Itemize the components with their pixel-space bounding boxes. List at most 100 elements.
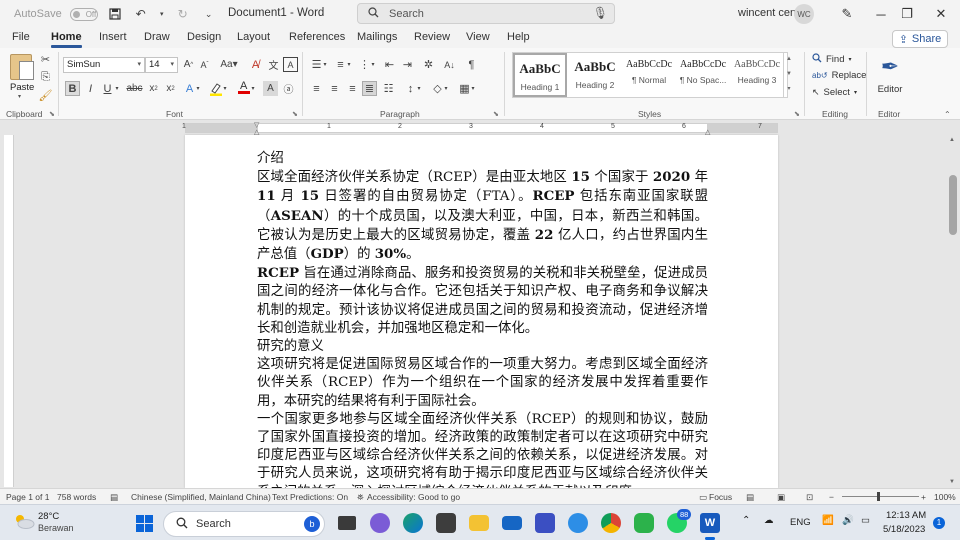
- scroll-up-icon[interactable]: ▲: [949, 137, 955, 143]
- pen-icon[interactable]: ✎: [830, 0, 864, 28]
- cloud-icon[interactable]: ☁: [764, 515, 774, 526]
- styles-scroll[interactable]: ▲ ▼ ▾: [783, 52, 794, 98]
- sort-icon[interactable]: A↓: [442, 57, 457, 72]
- line-spacing-dropdown-icon[interactable]: ▾: [415, 81, 423, 96]
- zoom-slider[interactable]: [842, 492, 919, 501]
- mail-icon[interactable]: [502, 516, 522, 530]
- grow-font-icon[interactable]: A ^: [181, 57, 196, 72]
- share-button[interactable]: ⇪ Share: [892, 30, 948, 48]
- strikethrough-icon[interactable]: abc: [126, 81, 143, 96]
- format-painter-icon[interactable]: 🖌: [38, 88, 53, 103]
- cloud-sun-icon[interactable]: [13, 513, 35, 529]
- web-layout-icon[interactable]: ⊡: [806, 492, 813, 503]
- style-heading-1[interactable]: AaBbC Heading 1: [513, 53, 567, 97]
- store-icon[interactable]: [436, 513, 456, 533]
- decrease-indent-icon[interactable]: ⇤: [382, 57, 397, 72]
- tab-design[interactable]: Design: [187, 31, 221, 43]
- align-left-icon[interactable]: ≡: [309, 81, 324, 96]
- weather-description[interactable]: Berawan: [38, 523, 74, 533]
- font-size-select[interactable]: 14 ▾: [145, 57, 178, 73]
- autosave-toggle[interactable]: Off: [69, 7, 98, 21]
- battery-icon[interactable]: ▭: [861, 515, 870, 526]
- multilevel-list-dropdown-icon[interactable]: ▾: [369, 57, 377, 72]
- highlight-dropdown-icon[interactable]: ▾: [221, 81, 229, 96]
- vertical-ruler[interactable]: [4, 135, 14, 487]
- accessibility-status[interactable]: Accessibility: Good to go: [367, 492, 460, 502]
- style-heading-3[interactable]: AaBbCcDc Heading 3: [730, 53, 784, 97]
- page-count[interactable]: Page 1 of 1: [6, 492, 49, 502]
- cut-icon[interactable]: ✂: [38, 52, 53, 67]
- chevron-up-icon[interactable]: ▲: [784, 52, 794, 67]
- file-explorer-icon[interactable]: [469, 515, 489, 531]
- document-page[interactable]: 介绍 区域全面经济伙伴关系协定（RCEP）是由亚太地区 15 个国家于 2020…: [185, 135, 778, 488]
- underline-dropdown-icon[interactable]: ▾: [113, 81, 121, 96]
- taskbar-search[interactable]: Search b: [163, 511, 325, 537]
- notification-badge[interactable]: 1: [933, 517, 945, 529]
- enclose-characters-icon[interactable]: ⓐ: [281, 81, 296, 96]
- replace-button[interactable]: ab↺ Replace: [812, 70, 866, 81]
- horizontal-ruler[interactable]: 1 1 2 3 4 5 6 7 ▽ △ △: [182, 122, 778, 136]
- read-mode-icon[interactable]: ▤: [746, 492, 754, 503]
- bullets-dropdown-icon[interactable]: ▾: [321, 57, 329, 72]
- style-normal[interactable]: AaBbCcDc ¶ Normal: [622, 53, 676, 97]
- zoom-in-icon[interactable]: +: [921, 492, 926, 502]
- undo-icon[interactable]: ↶: [132, 5, 150, 23]
- chevron-down-icon[interactable]: ▼: [784, 67, 794, 82]
- paste-button[interactable]: Paste ▾: [8, 52, 36, 100]
- character-shading-icon[interactable]: A: [263, 81, 278, 96]
- tab-insert[interactable]: Insert: [99, 31, 127, 43]
- more-styles-icon[interactable]: ▾: [784, 82, 794, 97]
- word-app-icon[interactable]: W: [700, 513, 720, 533]
- undo-dropdown-icon[interactable]: ▾: [158, 5, 166, 23]
- chevron-up-icon[interactable]: ⌃: [742, 515, 750, 526]
- character-border-icon[interactable]: A: [283, 57, 298, 72]
- clear-formatting-icon[interactable]: A̸: [248, 57, 263, 72]
- tab-help[interactable]: Help: [507, 31, 530, 43]
- scroll-down-icon[interactable]: ▼: [949, 479, 955, 485]
- find-button[interactable]: Find ▾: [812, 53, 852, 66]
- focus-mode-button[interactable]: Focus: [709, 492, 732, 502]
- zoom-out-icon[interactable]: −: [829, 492, 834, 502]
- customize-qat-icon[interactable]: ⌄: [200, 5, 218, 23]
- tab-layout[interactable]: Layout: [237, 31, 270, 43]
- edge-browser-icon[interactable]: [403, 513, 423, 533]
- font-name-select[interactable]: SimSun ▾: [63, 57, 145, 73]
- tab-file[interactable]: File: [12, 31, 30, 43]
- justify-icon[interactable]: ≣: [362, 81, 377, 96]
- proofing-icon[interactable]: ▤: [110, 492, 118, 503]
- volume-icon[interactable]: 🔊: [842, 515, 854, 526]
- tab-references[interactable]: References: [289, 31, 345, 43]
- change-case-icon[interactable]: Aa▾: [218, 57, 240, 72]
- restore-icon[interactable]: ❐: [890, 0, 924, 28]
- tab-mailings[interactable]: Mailings: [357, 31, 397, 43]
- tab-draw[interactable]: Draw: [144, 31, 170, 43]
- borders-dropdown-icon[interactable]: ▾: [469, 81, 477, 96]
- search-box[interactable]: Search 🎙: [357, 3, 615, 24]
- wechat-icon[interactable]: [634, 513, 654, 533]
- style-heading-2[interactable]: AaBbC Heading 2: [568, 53, 622, 97]
- document-body[interactable]: 介绍 区域全面经济伙伴关系协定（RCEP）是由亚太地区 15 个国家于 2020…: [257, 150, 708, 488]
- avatar[interactable]: WC: [794, 4, 814, 24]
- distributed-icon[interactable]: ☷: [381, 81, 396, 96]
- align-center-icon[interactable]: ≡: [327, 81, 342, 96]
- chrome-icon[interactable]: [601, 513, 621, 533]
- video-meeting-icon[interactable]: [370, 513, 390, 533]
- wifi-icon[interactable]: 📶: [822, 515, 834, 526]
- style-no-spacing[interactable]: AaBbCcDc ¶ No Spac...: [676, 53, 730, 97]
- clipboard-launcher-icon[interactable]: ⬊: [49, 110, 55, 118]
- user-name[interactable]: wincent cent: [738, 7, 799, 19]
- windows-start-icon[interactable]: [136, 515, 153, 532]
- text-effects-dropdown-icon[interactable]: ▾: [194, 81, 202, 96]
- copy-icon[interactable]: ⎘: [38, 70, 53, 85]
- show-formatting-marks-icon[interactable]: ¶: [464, 57, 479, 72]
- telegram-icon[interactable]: [568, 513, 588, 533]
- editor-button[interactable]: ✒ Editor: [874, 54, 906, 95]
- paragraph-launcher-icon[interactable]: ⬊: [493, 110, 499, 118]
- print-layout-icon[interactable]: ▣: [777, 492, 785, 503]
- zoom-slider-thumb[interactable]: [877, 492, 880, 501]
- align-right-icon[interactable]: ≡: [345, 81, 360, 96]
- close-icon[interactable]: ✕: [924, 0, 958, 28]
- clock-time[interactable]: 12:13 AM: [886, 510, 926, 521]
- bold-icon[interactable]: B: [65, 81, 80, 96]
- zoom-level[interactable]: 100%: [934, 492, 956, 502]
